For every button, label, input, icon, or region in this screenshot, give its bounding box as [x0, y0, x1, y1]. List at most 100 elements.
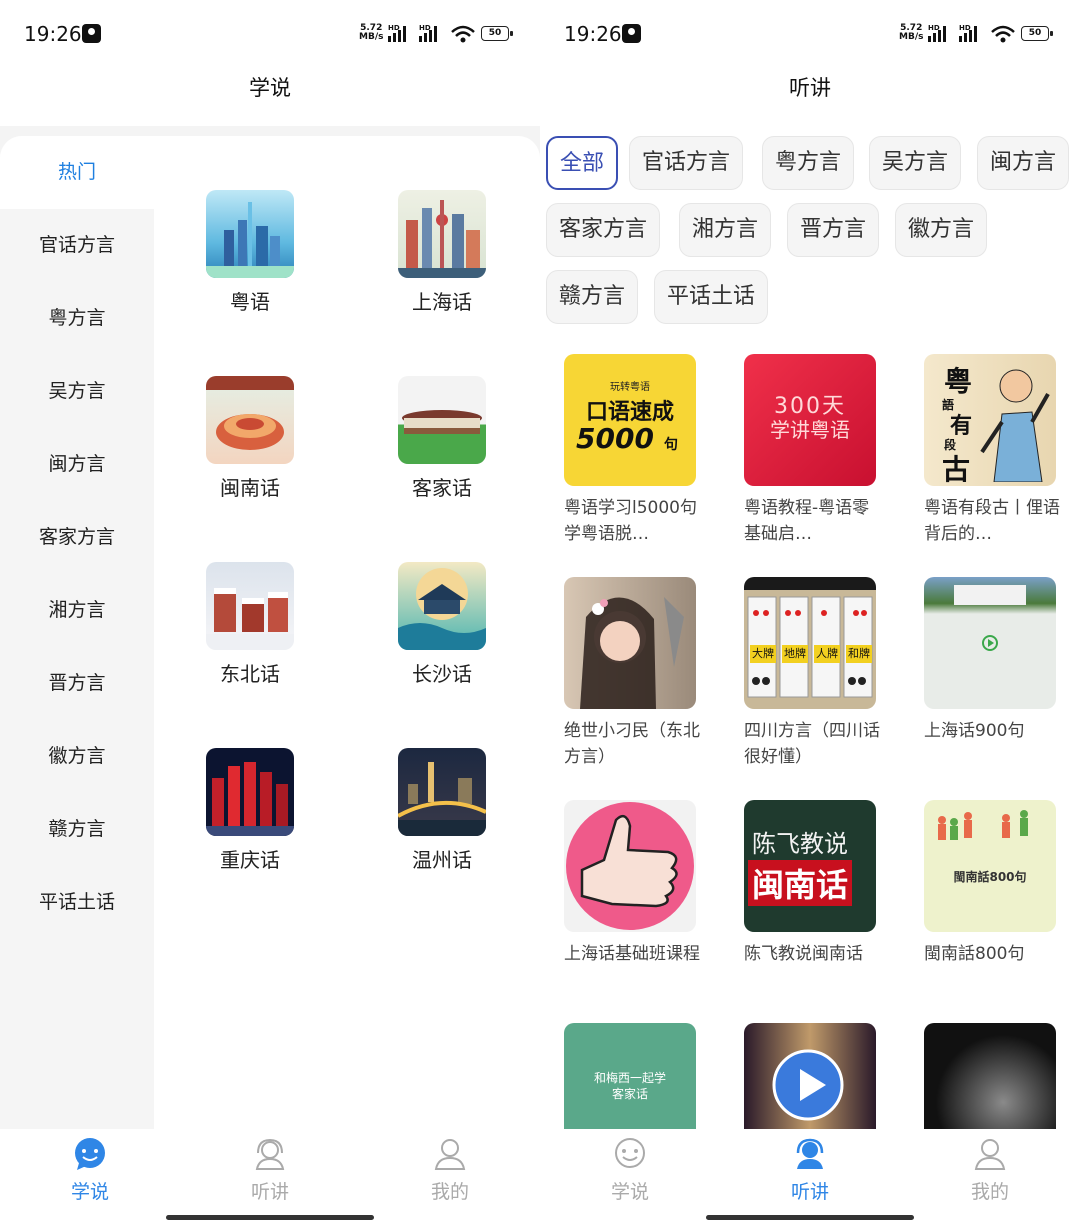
course-title: 粤语有段古丨俚语背后的…	[924, 498, 1060, 544]
course-title: 上海话基础班课程	[564, 944, 700, 964]
dialect-item[interactable]: 长沙话	[382, 562, 502, 687]
page-title: 学说	[249, 76, 291, 100]
sidebar-item-jin[interactable]: 晋方言	[0, 647, 154, 720]
sim-icon	[622, 24, 641, 43]
course-card[interactable]: 玩转粤语 口语速成 5000 句 粤语学习l5000句学粤语脱…	[564, 354, 704, 547]
course-card[interactable]	[924, 1023, 1064, 1129]
dialect-item[interactable]: 闽南话	[190, 376, 310, 501]
sidebar-item-gan[interactable]: 赣方言	[0, 793, 154, 866]
sidebar-item-xiang[interactable]: 湘方言	[0, 574, 154, 647]
chip-yue[interactable]: 粤方言	[762, 136, 855, 190]
dialect-label: 长沙话	[412, 662, 472, 686]
course-card[interactable]: 大牌 地牌 人牌 和牌 四川方言（四川话很好懂）	[744, 577, 884, 770]
course-cover: 閩南話800句	[924, 800, 1056, 932]
bottom-tab-bar: 学说 听讲 我的	[540, 1129, 1080, 1229]
learn-screen: 19:26 5.72 MB/s HD HD 50 学说 热门 官话方言 粤方言 吴…	[0, 0, 540, 1229]
chip-pinghua[interactable]: 平话土话	[654, 270, 769, 324]
tab-label: 学说	[70, 1181, 109, 1203]
dialect-item[interactable]: 客家话	[382, 376, 502, 501]
sidebar-item-hakka[interactable]: 客家方言	[0, 501, 154, 574]
chip-hui[interactable]: 徽方言	[895, 203, 988, 257]
course-card[interactable]: 粤 語 有 段 古 粤语有段古丨俚语背后的…	[924, 354, 1064, 547]
course-cover	[924, 577, 1056, 709]
dialect-thumbnail	[206, 376, 294, 464]
sidebar-item-hui[interactable]: 徽方言	[0, 720, 154, 793]
course-card[interactable]: 閩南話800句 閩南話800句	[924, 800, 1064, 967]
course-card[interactable]: 300天 学讲粤语 粤语教程-粤语零基础启…	[744, 354, 884, 547]
chip-min[interactable]: 闽方言	[977, 136, 1070, 190]
sidebar-item-min[interactable]: 闽方言	[0, 428, 154, 501]
course-cover	[744, 1023, 876, 1129]
chip-xiang[interactable]: 湘方言	[679, 203, 772, 257]
tab-mine[interactable]: 我的	[400, 1137, 500, 1204]
chip-mandarin[interactable]: 官话方言	[629, 136, 744, 190]
home-indicator[interactable]	[166, 1215, 374, 1220]
course-cover: 和梅西一起学 客家话	[564, 1023, 696, 1129]
status-bar: 19:26 5.72 MB/s HD HD 50	[540, 0, 1080, 66]
course-title: 閩南話800句	[924, 944, 1025, 964]
chat-bubble-icon	[615, 1138, 645, 1168]
course-card[interactable]: 和梅西一起学 客家话	[564, 1023, 704, 1129]
course-title: 上海话900句	[924, 721, 1025, 741]
sim-icon	[82, 24, 101, 43]
tab-learn[interactable]: 学说	[40, 1137, 140, 1204]
chip-gan[interactable]: 赣方言	[546, 270, 639, 324]
dialect-thumbnail	[398, 190, 486, 278]
dialect-label: 重庆话	[220, 848, 280, 872]
chip-hakka[interactable]: 客家方言	[546, 203, 661, 257]
course-card[interactable]: 陈飞教说 闽南话 陈飞教说闽南话	[744, 800, 884, 967]
battery-icon: 50	[1021, 26, 1053, 41]
dialect-label: 客家话	[412, 476, 472, 500]
wifi-icon	[451, 25, 475, 43]
dialect-item[interactable]: 粤语	[190, 190, 310, 315]
course-card[interactable]: 上海话900句	[924, 577, 1064, 744]
course-title: 陈飞教说闽南话	[744, 944, 863, 964]
tab-learn[interactable]: 学说	[580, 1137, 680, 1204]
dialect-thumbnail	[206, 190, 294, 278]
sidebar-item-wu[interactable]: 吴方言	[0, 355, 154, 428]
dialect-item[interactable]: 上海话	[382, 190, 502, 315]
dialect-label: 闽南话	[220, 476, 280, 500]
bottom-tab-bar: 学说 听讲 我的	[0, 1129, 540, 1229]
tab-listen[interactable]: 听讲	[760, 1137, 860, 1204]
course-cover: 300天 学讲粤语	[744, 354, 876, 486]
listen-screen: 19:26 5.72 MB/s HD HD 50 听讲 全部 官话方言 粤方言 吴…	[540, 0, 1080, 1229]
sidebar-item-yue[interactable]: 粤方言	[0, 282, 154, 355]
tab-mine[interactable]: 我的	[940, 1137, 1040, 1204]
status-bar: 19:26 5.72 MB/s HD HD 50	[0, 0, 540, 66]
course-card[interactable]	[744, 1023, 884, 1129]
headset-icon	[255, 1138, 285, 1170]
course-title: 绝世小刁民（东北方言）	[564, 721, 700, 767]
course-card[interactable]: 上海话基础班课程	[564, 800, 704, 967]
chip-wu[interactable]: 吴方言	[869, 136, 962, 190]
dialect-item[interactable]: 温州话	[382, 748, 502, 873]
svg-text:HD: HD	[928, 24, 940, 32]
dialect-item[interactable]: 东北话	[190, 562, 310, 687]
dialect-item[interactable]: 重庆话	[190, 748, 310, 873]
dialect-label: 东北话	[220, 662, 280, 686]
signal-icon: HD	[928, 24, 946, 42]
tab-listen[interactable]: 听讲	[220, 1137, 320, 1204]
chat-bubble-icon	[75, 1138, 105, 1170]
signal-icon: HD	[959, 24, 977, 42]
svg-text:HD: HD	[419, 24, 431, 32]
chip-all[interactable]: 全部	[546, 136, 619, 190]
dialect-thumbnail	[398, 562, 486, 650]
category-sidebar: 热门 官话方言 粤方言 吴方言 闽方言 客家方言 湘方言 晋方言 徽方言 赣方言…	[0, 136, 154, 1129]
course-cover	[564, 577, 696, 709]
svg-text:HD: HD	[388, 24, 400, 32]
dialect-thumbnail	[398, 748, 486, 836]
course-card[interactable]: 绝世小刁民（东北方言）	[564, 577, 704, 770]
sidebar-item-hot[interactable]: 热门	[0, 136, 154, 209]
home-indicator[interactable]	[706, 1215, 914, 1220]
course-cover	[924, 1023, 1056, 1129]
status-time: 19:26	[564, 22, 622, 46]
dialect-label: 粤语	[230, 290, 270, 314]
wifi-icon	[991, 25, 1015, 43]
chip-jin[interactable]: 晋方言	[787, 203, 880, 257]
tab-label: 听讲	[250, 1181, 289, 1203]
status-time: 19:26	[24, 22, 82, 46]
course-cover: 陈飞教说 闽南话	[744, 800, 876, 932]
sidebar-item-mandarin[interactable]: 官话方言	[0, 209, 154, 282]
sidebar-item-pinghua[interactable]: 平话土话	[0, 866, 154, 939]
